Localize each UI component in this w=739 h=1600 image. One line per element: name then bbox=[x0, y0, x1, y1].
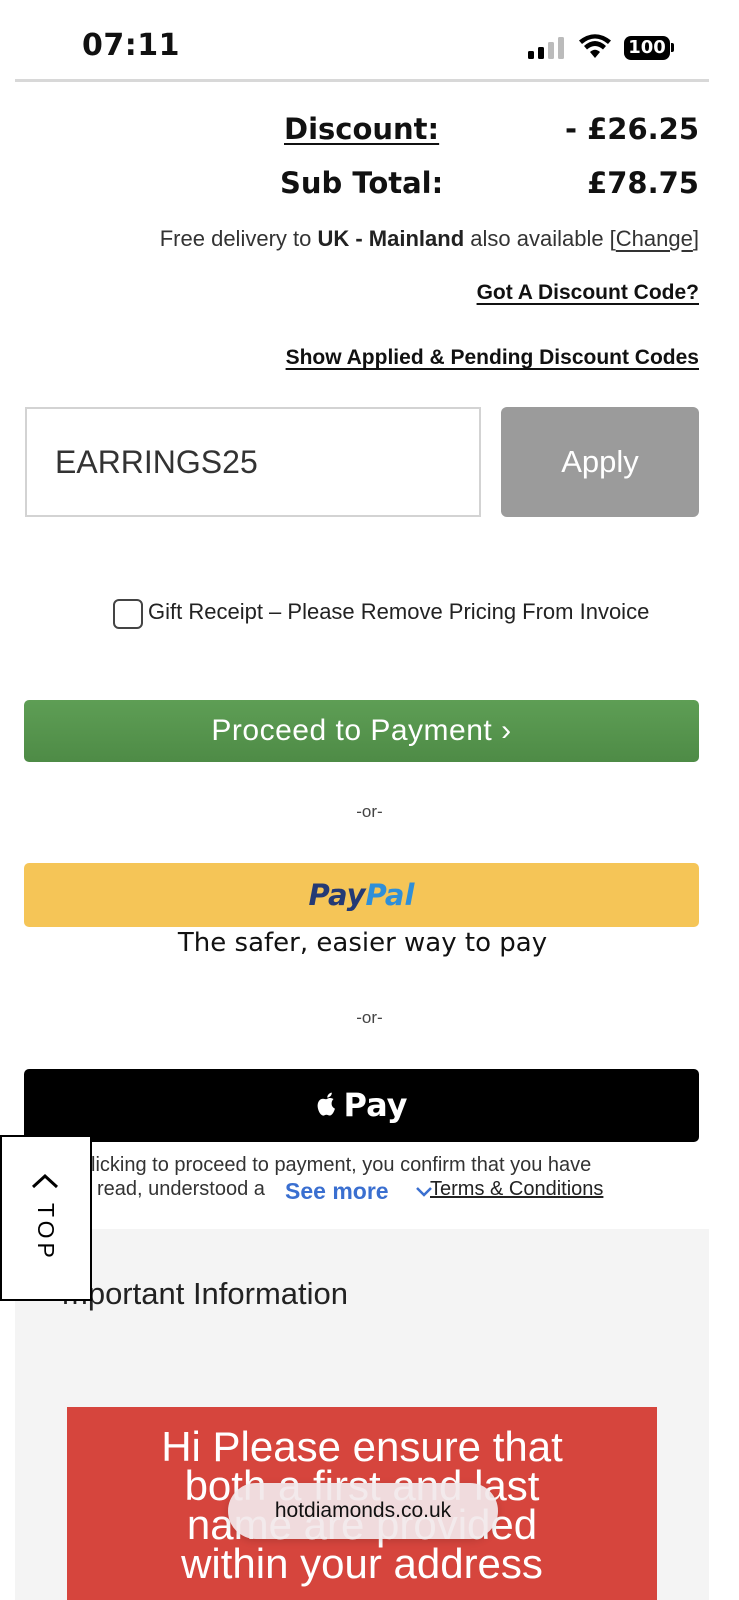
or-divider-2: -or- bbox=[356, 1008, 383, 1027]
chevron-up-icon bbox=[31, 1173, 59, 1189]
apple-pay-button[interactable]: Pay bbox=[24, 1069, 699, 1142]
paypal-logo-part2: Pal bbox=[365, 878, 415, 912]
browser-url-pill[interactable]: hotdiamonds.co.uk bbox=[228, 1483, 498, 1539]
notice-line-1: Hi Please ensure that bbox=[161, 1423, 563, 1470]
or-divider: -or- bbox=[356, 802, 383, 821]
proceed-to-payment-button[interactable]: Proceed to Payment › bbox=[24, 700, 699, 762]
header-divider bbox=[15, 79, 709, 82]
discount-value: - £26.25 bbox=[564, 112, 699, 146]
terms-line-2-prefix: read, understood a bbox=[97, 1178, 265, 1200]
wifi-icon bbox=[579, 34, 611, 58]
paypal-logo: PayPal bbox=[309, 878, 415, 912]
subtotal-label: Sub Total: bbox=[280, 166, 444, 200]
signal-icon bbox=[528, 37, 568, 59]
gift-receipt-label: Gift Receipt – Please Remove Pricing Fro… bbox=[148, 599, 650, 624]
change-delivery-link[interactable]: Change bbox=[616, 226, 693, 251]
delivery-suffix: also available [ bbox=[464, 226, 616, 251]
discount-code-input[interactable] bbox=[25, 407, 481, 517]
gift-receipt-checkbox[interactable] bbox=[113, 599, 143, 629]
got-discount-code-link[interactable]: Got A Discount Code? bbox=[477, 281, 699, 305]
delivery-close-bracket: ] bbox=[692, 226, 699, 251]
delivery-prefix: Free delivery to bbox=[159, 226, 318, 251]
apple-logo-icon bbox=[318, 1092, 336, 1116]
apple-pay-label: Pay bbox=[343, 1086, 408, 1124]
show-discount-codes-link[interactable]: Show Applied & Pending Discount Codes bbox=[286, 346, 699, 370]
important-info-heading: mportant Information bbox=[62, 1276, 349, 1311]
status-time: 07:11 bbox=[82, 28, 180, 63]
delivery-region: UK - Mainland bbox=[317, 226, 465, 251]
notice-line-4: within your address bbox=[181, 1540, 543, 1587]
paypal-button[interactable]: PayPal bbox=[24, 863, 699, 927]
subtotal-value: £78.75 bbox=[587, 166, 699, 200]
paypal-logo-part1: Pay bbox=[308, 878, 366, 912]
paypal-tagline: The safer, easier way to pay bbox=[177, 928, 548, 958]
discount-label: Discount: bbox=[284, 112, 440, 146]
see-more-link[interactable]: See more bbox=[285, 1178, 433, 1205]
scroll-top-button[interactable]: TOP bbox=[0, 1135, 92, 1301]
see-more-label: See more bbox=[285, 1178, 389, 1204]
chevron-down-icon bbox=[416, 1187, 432, 1197]
terms-line-2: read, understood a bbox=[97, 1178, 265, 1201]
battery-icon: 100 bbox=[624, 36, 670, 60]
delivery-info: Free delivery to UK - Mainland also avai… bbox=[160, 226, 699, 252]
battery-tip bbox=[671, 43, 674, 52]
terms-line-1: licking to proceed to payment, you confi… bbox=[91, 1154, 592, 1176]
terms-conditions-link[interactable]: Terms & Conditions bbox=[430, 1178, 603, 1201]
apply-button[interactable]: Apply bbox=[501, 407, 699, 517]
scroll-top-label: TOP bbox=[33, 1203, 59, 1262]
